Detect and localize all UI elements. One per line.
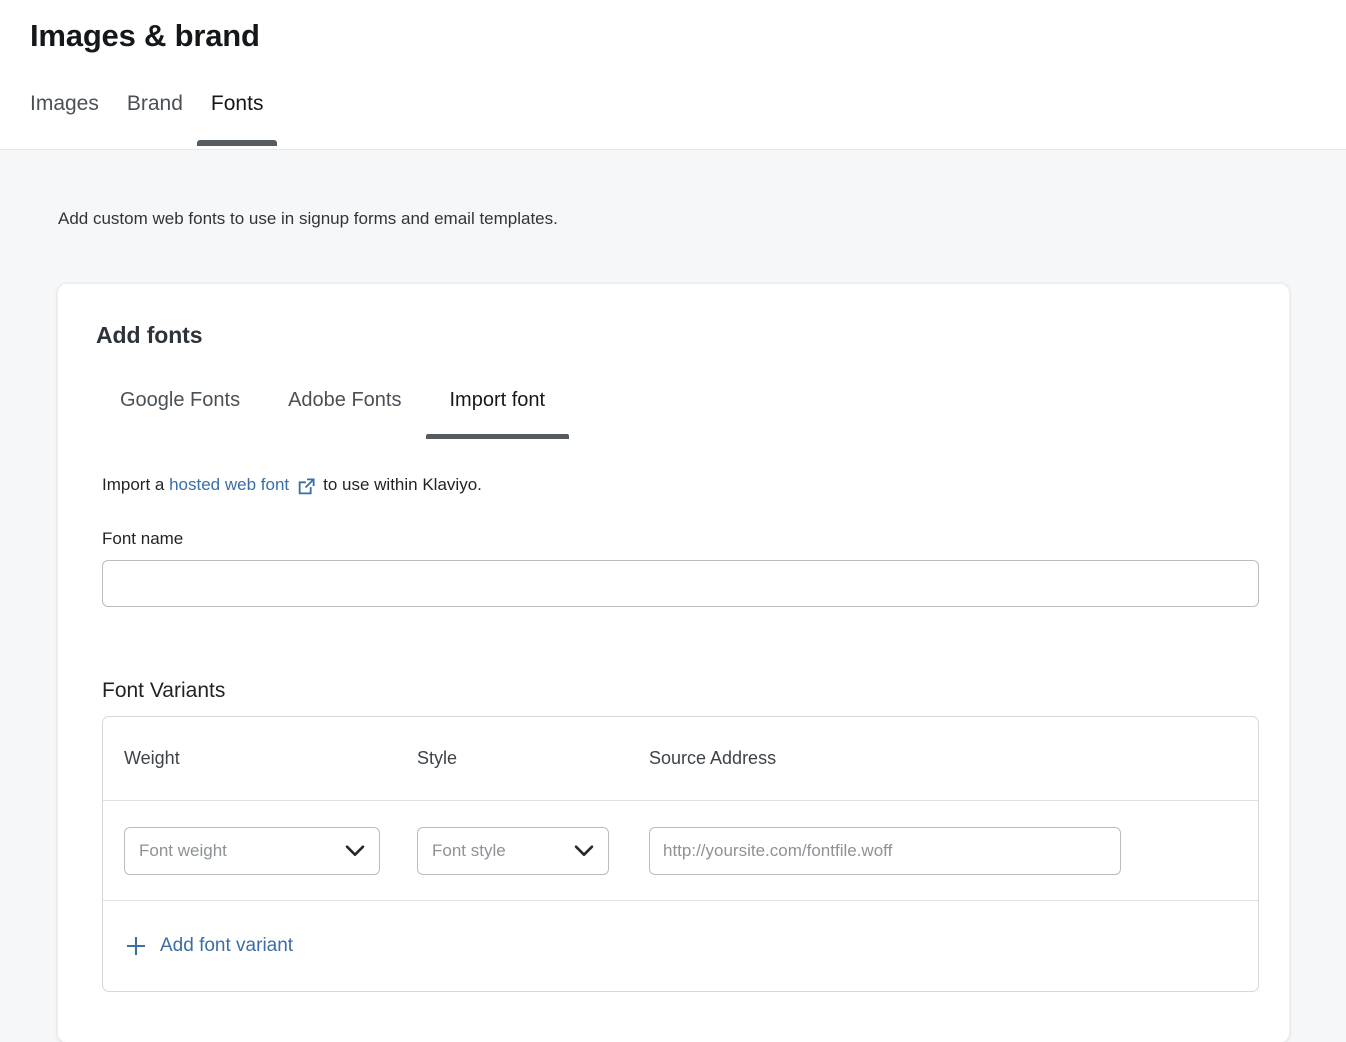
font-source-tab-bar: Google Fonts Adobe Fonts Import font — [96, 387, 1251, 439]
tab-fonts-label: Fonts — [211, 92, 264, 115]
table-footer-row: Add font variant — [103, 901, 1258, 991]
font-name-label: Font name — [102, 529, 1251, 549]
page-body: Add custom web fonts to use in signup fo… — [0, 150, 1346, 1042]
cell-style: Font style — [417, 827, 649, 875]
column-header-source-address: Source Address — [649, 748, 1258, 769]
font-style-select-wrapper: Font style — [417, 827, 609, 875]
tab-images[interactable]: Images — [30, 90, 113, 146]
tab-adobe-fonts-label: Adobe Fonts — [288, 389, 401, 411]
font-name-field-group: Font name — [102, 529, 1251, 607]
tab-brand[interactable]: Brand — [113, 90, 197, 146]
font-style-select[interactable]: Font style — [417, 827, 609, 875]
cell-source-address — [649, 827, 1258, 875]
tab-import-font[interactable]: Import font — [426, 387, 570, 439]
tab-google-fonts-label: Google Fonts — [120, 389, 240, 411]
font-weight-select-wrapper: Font weight — [124, 827, 380, 875]
tab-import-font-label: Import font — [450, 389, 546, 411]
import-description-prefix: Import a — [102, 474, 164, 496]
add-font-variant-label: Add font variant — [160, 935, 293, 957]
tab-adobe-fonts[interactable]: Adobe Fonts — [264, 387, 425, 439]
card-title: Add fonts — [96, 322, 1251, 349]
intro-description: Add custom web fonts to use in signup fo… — [58, 208, 558, 230]
hosted-web-font-link[interactable]: hosted web font — [169, 474, 289, 496]
add-font-variant-button[interactable]: Add font variant — [124, 934, 293, 958]
tab-images-label: Images — [30, 92, 99, 115]
column-header-weight: Weight — [124, 748, 417, 769]
tab-google-fonts[interactable]: Google Fonts — [96, 387, 264, 439]
source-address-input[interactable] — [649, 827, 1121, 875]
font-weight-select[interactable]: Font weight — [124, 827, 380, 875]
page-header: Images & brand Images Brand Fonts — [0, 0, 1346, 150]
cell-weight: Font weight — [124, 827, 417, 875]
primary-tab-bar: Images Brand Fonts — [30, 90, 277, 146]
external-link-icon[interactable] — [297, 477, 316, 496]
tab-brand-label: Brand — [127, 92, 183, 115]
plus-icon — [124, 934, 148, 958]
table-header-row: Weight Style Source Address — [103, 717, 1258, 801]
add-fonts-card: Add fonts Google Fonts Adobe Fonts Impor… — [57, 283, 1290, 1042]
column-header-style: Style — [417, 748, 649, 769]
font-variants-table: Weight Style Source Address Font weight — [102, 716, 1259, 992]
import-description: Import a hosted web font to use within K… — [102, 474, 1251, 496]
tab-fonts[interactable]: Fonts — [197, 90, 278, 146]
font-name-input[interactable] — [102, 560, 1259, 607]
page-title: Images & brand — [30, 18, 260, 54]
table-row: Font weight Font style — [103, 801, 1258, 901]
import-description-suffix: to use within Klaviyo. — [323, 474, 482, 496]
font-variants-title: Font Variants — [102, 679, 1251, 703]
